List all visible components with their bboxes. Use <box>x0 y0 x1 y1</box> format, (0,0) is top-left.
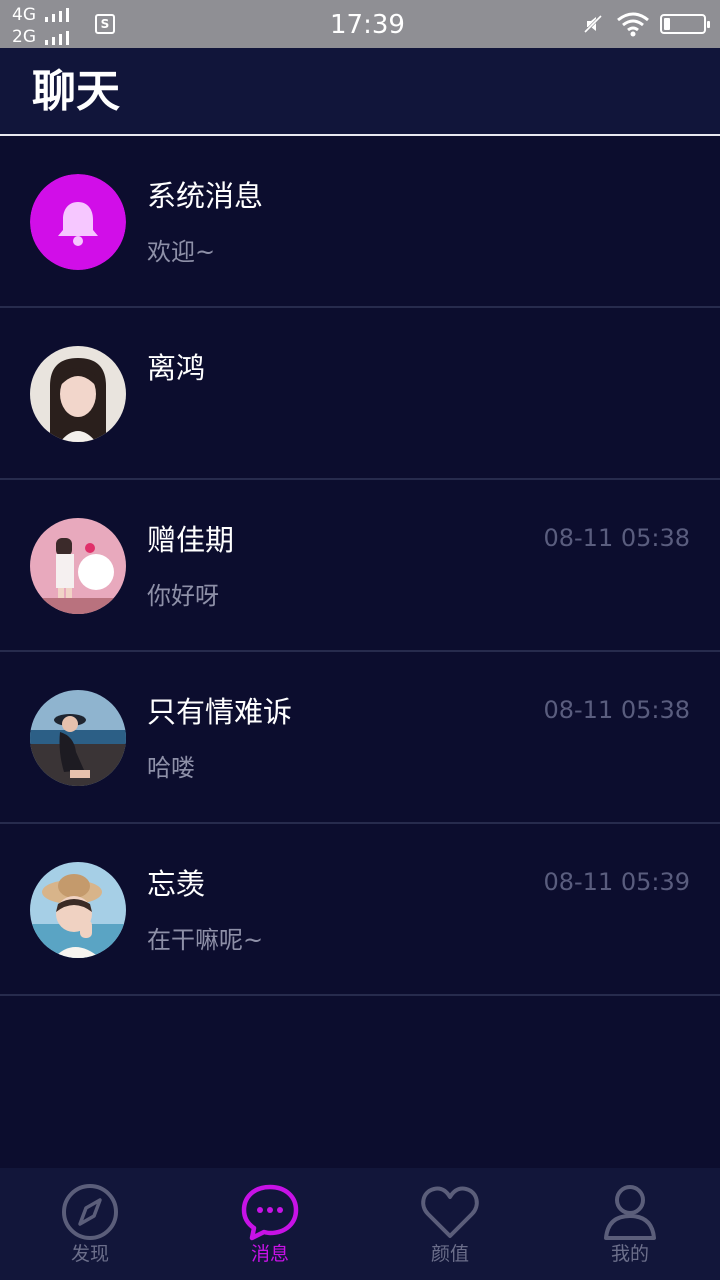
avatar <box>30 862 126 958</box>
chat-item[interactable]: 只有情难诉 08-11 05:38 哈喽 <box>0 652 720 824</box>
chat-name: 离鸿 <box>147 351 206 385</box>
nav-label: 颜值 <box>430 1243 469 1265</box>
nav-label: 消息 <box>250 1243 289 1265</box>
nav-item-messages[interactable]: 消息 <box>180 1168 360 1280</box>
nav-label: 发现 <box>70 1243 109 1265</box>
nav-item-looks[interactable]: 颜值 <box>360 1168 540 1280</box>
chat-time: 08-11 05:39 <box>543 868 690 896</box>
bottom-nav: 发现 消息 颜值 我的 <box>0 1168 720 1280</box>
network-type-top: 4G <box>12 5 36 25</box>
chat-name: 只有情难诉 <box>147 695 293 729</box>
avatar <box>30 518 126 614</box>
clock: 17:39 <box>330 10 405 40</box>
person-icon <box>604 1185 656 1240</box>
app-header: 聊天 <box>0 48 720 136</box>
signal-icon <box>45 31 69 45</box>
wifi-icon <box>617 12 649 37</box>
chat-name: 忘羡 <box>147 867 206 901</box>
heart-icon <box>421 1186 479 1238</box>
network-type-bottom: 2G <box>12 27 36 47</box>
chat-item[interactable]: 离鸿 <box>0 308 720 480</box>
avatar <box>30 690 126 786</box>
nav-item-discover[interactable]: 发现 <box>0 1168 180 1280</box>
avatar <box>30 346 126 442</box>
chat-preview: 欢迎~ <box>147 238 216 266</box>
signal-icon <box>45 8 69 22</box>
chat-name: 赠佳期 <box>147 523 235 557</box>
chat-list: 系统消息 欢迎~ 离鸿 赠佳期 08-11 05:38 你好呀 只有情难诉 08… <box>0 136 720 996</box>
chat-preview: 哈喽 <box>147 754 195 782</box>
page-title: 聊天 <box>32 66 120 117</box>
mute-icon <box>583 14 603 34</box>
chat-time: 08-11 05:38 <box>543 524 690 552</box>
nav-label: 我的 <box>610 1243 649 1265</box>
chat-item-system[interactable]: 系统消息 欢迎~ <box>0 136 720 308</box>
chat-item[interactable]: 赠佳期 08-11 05:38 你好呀 <box>0 480 720 652</box>
bell-icon <box>30 174 126 270</box>
status-bar: 4G 2G S 17:39 <box>0 0 720 48</box>
chat-time: 08-11 05:38 <box>543 696 690 724</box>
battery-icon <box>660 14 710 34</box>
chat-bubble-icon <box>241 1184 299 1241</box>
nav-item-me[interactable]: 我的 <box>540 1168 720 1280</box>
sim-icon: S <box>95 14 115 34</box>
compass-icon <box>62 1184 118 1240</box>
chat-name: 系统消息 <box>147 179 264 213</box>
chat-preview: 在干嘛呢~ <box>147 926 264 954</box>
chat-preview: 你好呀 <box>147 582 219 610</box>
chat-item[interactable]: 忘羡 08-11 05:39 在干嘛呢~ <box>0 824 720 996</box>
